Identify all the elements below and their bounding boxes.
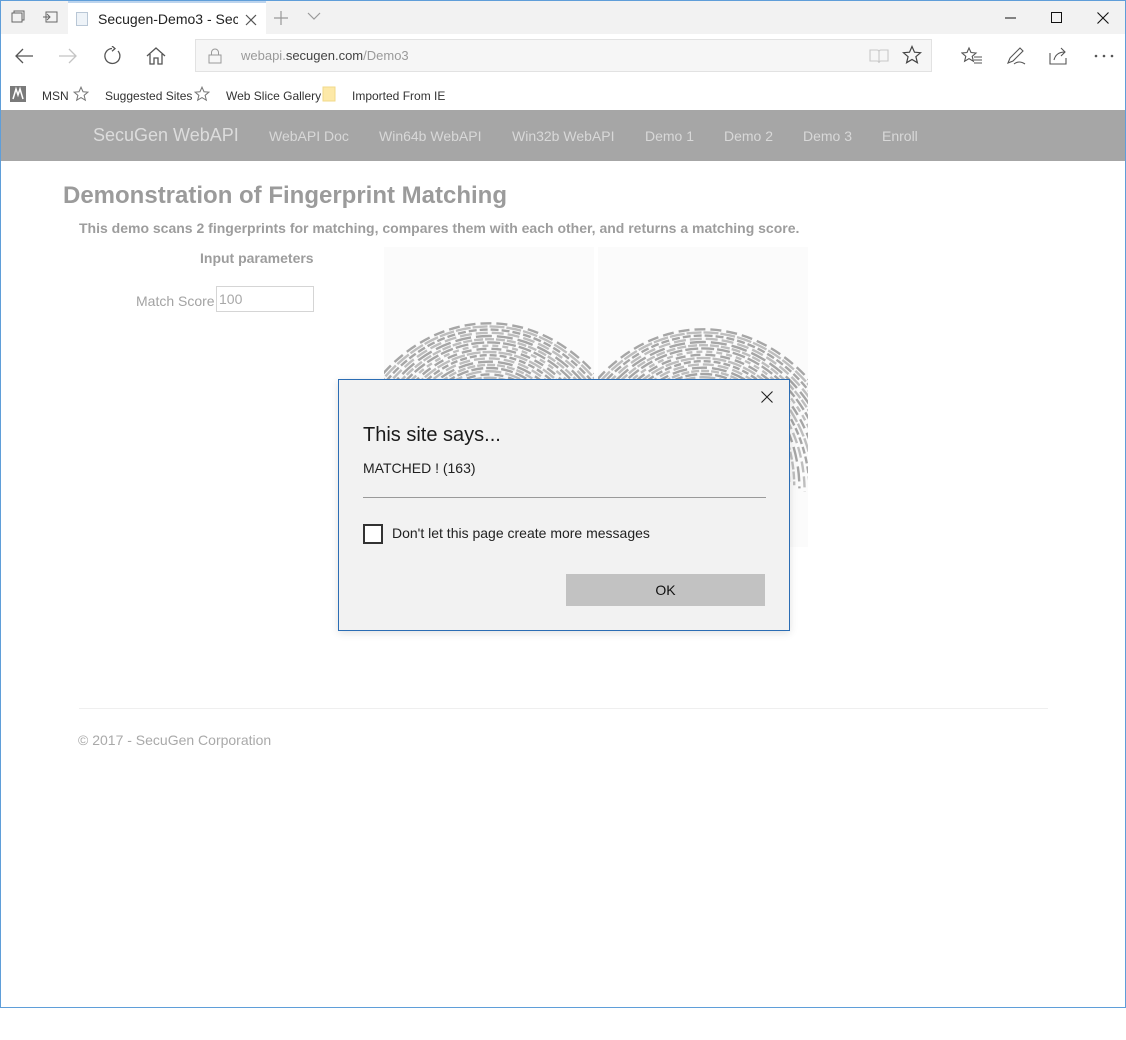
address-bar[interactable]: webapi.secugen.com/Demo3 xyxy=(195,39,932,72)
add-favorite-star-icon[interactable] xyxy=(901,45,923,70)
refresh-icon[interactable] xyxy=(99,43,125,69)
maximize-icon[interactable] xyxy=(1034,1,1080,34)
match-score-input[interactable] xyxy=(216,286,314,312)
favorite-label: MSN xyxy=(42,88,69,103)
url-host: secugen.com xyxy=(285,48,364,63)
star-outline-icon xyxy=(193,85,218,105)
suppress-messages-checkbox[interactable] xyxy=(363,524,383,544)
nav-link-win32b-webapi[interactable]: Win32b WebAPI xyxy=(512,128,614,144)
alert-dialog: This site says... MATCHED ! (163) Don't … xyxy=(338,379,790,631)
favorite-imported-from-ie[interactable]: Imported From IE xyxy=(322,86,445,105)
home-icon[interactable] xyxy=(143,43,169,69)
favorite-label: Suggested Sites xyxy=(105,88,193,103)
dialog-message: MATCHED ! (163) xyxy=(363,460,476,476)
tab-title: Secugen-Demo3 - Secu xyxy=(98,11,238,27)
favorite-web-slice-gallery[interactable]: Web Slice Gallery xyxy=(193,85,322,105)
input-parameters-heading: Input parameters xyxy=(200,250,314,266)
suppress-messages-label[interactable]: Don't let this page create more messages xyxy=(392,525,650,541)
active-tab[interactable]: Secugen-Demo3 - Secu xyxy=(68,1,266,34)
minimize-icon[interactable] xyxy=(988,1,1034,34)
share-icon[interactable] xyxy=(1046,43,1072,69)
dialog-close-icon[interactable] xyxy=(758,388,776,406)
page-description: This demo scans 2 fingerprints for match… xyxy=(79,220,800,236)
web-note-pen-icon[interactable] xyxy=(1003,43,1029,69)
favorite-msn[interactable]: MSN xyxy=(10,86,69,105)
favorites-hub-icon[interactable] xyxy=(959,43,985,69)
browser-window: Secugen-Demo3 - Secu webapi.secugen.com/… xyxy=(0,0,1126,1008)
window-close-icon[interactable] xyxy=(1080,1,1125,34)
favorite-label: Web Slice Gallery xyxy=(226,88,322,103)
msn-icon xyxy=(10,86,34,105)
nav-link-demo-2[interactable]: Demo 2 xyxy=(724,128,773,144)
tab-close-icon[interactable] xyxy=(244,9,258,32)
dialog-separator xyxy=(363,497,766,498)
dialog-title: This site says... xyxy=(363,424,501,446)
nav-link-demo-1[interactable]: Demo 1 xyxy=(645,128,694,144)
title-bar: Secugen-Demo3 - Secu xyxy=(1,1,1125,34)
star-outline-icon xyxy=(72,85,97,105)
nav-link-win64b-webapi[interactable]: Win64b WebAPI xyxy=(379,128,481,144)
footer-copyright: © 2017 - SecuGen Corporation xyxy=(78,732,272,748)
favorite-label: Imported From IE xyxy=(352,88,446,103)
nav-link-webapi-doc[interactable]: WebAPI Doc xyxy=(269,128,349,144)
forward-arrow-icon[interactable] xyxy=(55,43,81,69)
page-favicon-icon xyxy=(76,12,88,26)
new-tab-icon[interactable] xyxy=(273,4,289,32)
back-arrow-icon[interactable] xyxy=(11,43,37,69)
navigation-bar: webapi.secugen.com/Demo3 xyxy=(1,34,1125,78)
favorites-bar: MSN Suggested Sites Web Slice Gallery Im… xyxy=(1,78,1125,110)
url-path: /Demo3 xyxy=(363,48,409,63)
folder-icon xyxy=(322,86,344,105)
tab-list-chevron-down-icon[interactable] xyxy=(307,9,321,23)
favorite-suggested-sites[interactable]: Suggested Sites xyxy=(72,85,193,105)
url-text: webapi.secugen.com/Demo3 xyxy=(241,48,409,63)
reading-view-icon[interactable] xyxy=(869,48,889,69)
site-brand-link[interactable]: SecuGen WebAPI xyxy=(93,125,239,146)
nav-link-enroll[interactable]: Enroll xyxy=(882,128,918,144)
ok-button[interactable]: OK xyxy=(566,574,765,606)
page-title: Demonstration of Fingerprint Matching xyxy=(63,182,507,209)
lock-icon xyxy=(208,48,222,69)
tab-manager-icon[interactable] xyxy=(9,8,27,26)
site-navbar: SecuGen WebAPI WebAPI Doc Win64b WebAPI … xyxy=(1,110,1125,161)
more-options-icon[interactable] xyxy=(1091,43,1117,69)
footer-divider xyxy=(79,708,1048,709)
match-score-label: Match Score xyxy=(136,293,215,309)
url-prefix: webapi. xyxy=(241,48,286,63)
nav-link-demo-3[interactable]: Demo 3 xyxy=(803,128,852,144)
set-aside-tabs-icon[interactable] xyxy=(41,8,59,26)
